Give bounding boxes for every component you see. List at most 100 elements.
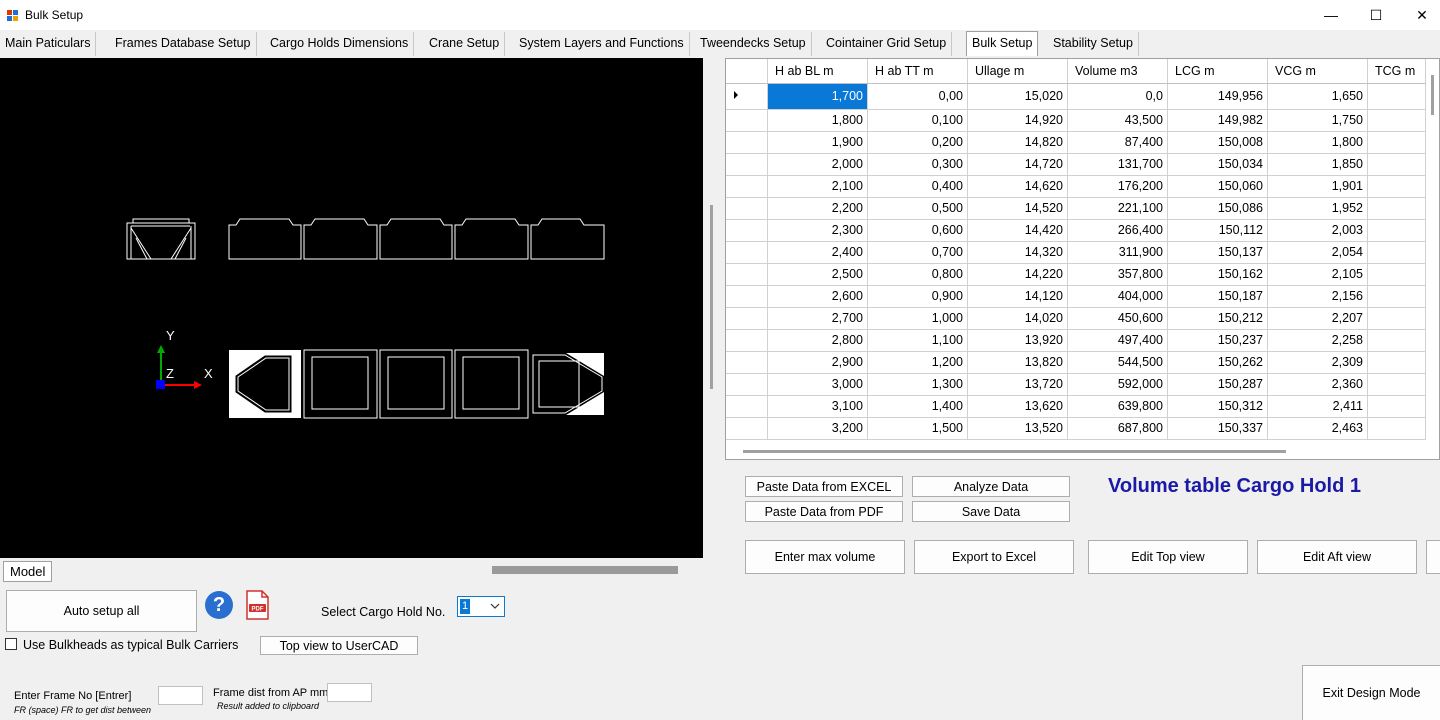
tab-main-particulars[interactable]: Main Paticulars [0,32,97,56]
table-cell[interactable]: 150,262 [1167,351,1268,374]
extra-button-cutoff[interactable] [1426,540,1440,574]
row-header[interactable] [726,241,768,264]
table-cell[interactable]: 1,750 [1267,109,1368,132]
table-cell[interactable]: 2,300 [767,219,868,242]
table-cell[interactable]: 2,900 [767,351,868,374]
table-row[interactable]: 1,800 0,100 14,920 43,500 149,982 1,750 [726,109,1426,132]
table-cell[interactable] [1367,219,1426,242]
use-bulkheads-checkbox[interactable] [5,638,17,650]
cad-viewport[interactable]: Y Z X [0,58,703,558]
row-header[interactable] [726,131,768,154]
table-cell[interactable]: 0,100 [867,109,968,132]
table-cell[interactable]: 0,900 [867,285,968,308]
table-cell[interactable]: 2,800 [767,329,868,352]
tab-container-grid-setup[interactable]: Cointainer Grid Setup [821,32,953,56]
close-button[interactable]: ✕ [1399,0,1440,30]
table-cell[interactable]: 2,100 [767,175,868,198]
table-cell[interactable]: 13,820 [967,351,1068,374]
table-cell[interactable]: 14,220 [967,263,1068,286]
model-tab[interactable]: Model [3,561,52,582]
table-cell[interactable]: 2,156 [1267,285,1368,308]
table-cell[interactable]: 2,500 [767,263,868,286]
table-cell[interactable]: 221,100 [1067,197,1168,220]
table-cell[interactable]: 2,000 [767,153,868,176]
grid-horizontal-scrollbar[interactable] [743,450,1286,453]
viewport-vertical-scrollbar[interactable] [710,205,713,389]
table-row[interactable]: 2,400 0,700 14,320 311,900 150,137 2,054 [726,241,1426,264]
row-header[interactable] [726,351,768,374]
tab-bulk-setup[interactable]: Bulk Setup [966,31,1039,56]
exit-design-mode-button[interactable]: Exit Design Mode [1302,665,1440,720]
tab-tweendecks-setup[interactable]: Tweendecks Setup [695,32,812,56]
table-cell[interactable]: 150,034 [1167,153,1268,176]
table-cell[interactable]: 150,137 [1167,241,1268,264]
row-header[interactable] [726,285,768,308]
table-cell[interactable] [1367,417,1426,440]
table-cell[interactable]: 1,800 [1267,131,1368,154]
grid-vertical-scrollbar[interactable] [1431,75,1434,115]
table-cell[interactable] [1367,285,1426,308]
table-cell[interactable]: 14,720 [967,153,1068,176]
table-row[interactable]: 1,900 0,200 14,820 87,400 150,008 1,800 [726,131,1426,154]
table-cell[interactable]: 2,400 [767,241,868,264]
frame-no-input[interactable] [158,686,203,705]
row-header[interactable] [726,197,768,220]
table-row[interactable]: 2,600 0,900 14,120 404,000 150,187 2,156 [726,285,1426,308]
table-cell[interactable]: 3,200 [767,417,868,440]
table-cell[interactable]: 2,411 [1267,395,1368,418]
table-cell[interactable] [1367,241,1426,264]
row-header[interactable] [726,175,768,198]
pdf-icon[interactable]: PDF [244,590,270,620]
table-cell[interactable]: 544,500 [1067,351,1168,374]
table-cell[interactable]: 13,620 [967,395,1068,418]
table-cell[interactable]: 1,100 [867,329,968,352]
table-cell[interactable]: 592,000 [1067,373,1168,396]
table-cell[interactable]: 497,400 [1067,329,1168,352]
table-cell[interactable]: 0,0 [1067,83,1168,110]
table-row[interactable]: 2,900 1,200 13,820 544,500 150,262 2,309 [726,351,1426,374]
viewport-horizontal-scrollbar[interactable] [492,566,678,574]
table-row[interactable]: 1,700 0,00 15,020 0,0 149,956 1,650 [726,83,1426,110]
table-cell[interactable]: 2,309 [1267,351,1368,374]
top-view-to-usercad-button[interactable]: Top view to UserCAD [260,636,418,655]
maximize-button[interactable]: ☐ [1353,0,1399,30]
table-row[interactable]: 2,100 0,400 14,620 176,200 150,060 1,901 [726,175,1426,198]
table-cell[interactable]: 14,620 [967,175,1068,198]
table-cell[interactable]: 1,700 [767,83,868,110]
table-cell[interactable]: 357,800 [1067,263,1168,286]
volume-data-grid[interactable]: H ab BL m H ab TT m Ullage m Volume m3 L… [725,58,1440,460]
table-cell[interactable] [1367,263,1426,286]
table-row[interactable]: 3,100 1,400 13,620 639,800 150,312 2,411 [726,395,1426,418]
table-cell[interactable]: 0,400 [867,175,968,198]
table-row[interactable]: 2,200 0,500 14,520 221,100 150,086 1,952 [726,197,1426,220]
table-cell[interactable]: 14,520 [967,197,1068,220]
table-cell[interactable]: 1,300 [867,373,968,396]
table-cell[interactable]: 2,600 [767,285,868,308]
export-to-excel-button[interactable]: Export to Excel [914,540,1074,574]
table-cell[interactable]: 15,020 [967,83,1068,110]
row-header[interactable] [726,219,768,242]
table-cell[interactable]: 450,600 [1067,307,1168,330]
table-cell[interactable]: 150,237 [1167,329,1268,352]
tab-stability-setup[interactable]: Stability Setup [1048,32,1139,56]
table-row[interactable]: 2,500 0,800 14,220 357,800 150,162 2,105 [726,263,1426,286]
table-cell[interactable]: 2,054 [1267,241,1368,264]
table-cell[interactable]: 14,920 [967,109,1068,132]
col-ullage[interactable]: Ullage m [967,59,1068,84]
table-cell[interactable] [1367,153,1426,176]
col-h-ab-tt[interactable]: H ab TT m [867,59,968,84]
table-cell[interactable]: 150,312 [1167,395,1268,418]
table-cell[interactable]: 1,952 [1267,197,1368,220]
frame-dist-input[interactable] [327,683,372,702]
table-cell[interactable]: 2,105 [1267,263,1368,286]
edit-aft-view-button[interactable]: Edit Aft view [1257,540,1417,574]
table-cell[interactable]: 3,100 [767,395,868,418]
table-cell[interactable]: 2,207 [1267,307,1368,330]
table-cell[interactable]: 0,200 [867,131,968,154]
table-cell[interactable]: 0,300 [867,153,968,176]
table-cell[interactable]: 149,956 [1167,83,1268,110]
row-header[interactable] [726,329,768,352]
table-cell[interactable]: 14,820 [967,131,1068,154]
table-cell[interactable]: 2,200 [767,197,868,220]
table-cell[interactable]: 1,200 [867,351,968,374]
